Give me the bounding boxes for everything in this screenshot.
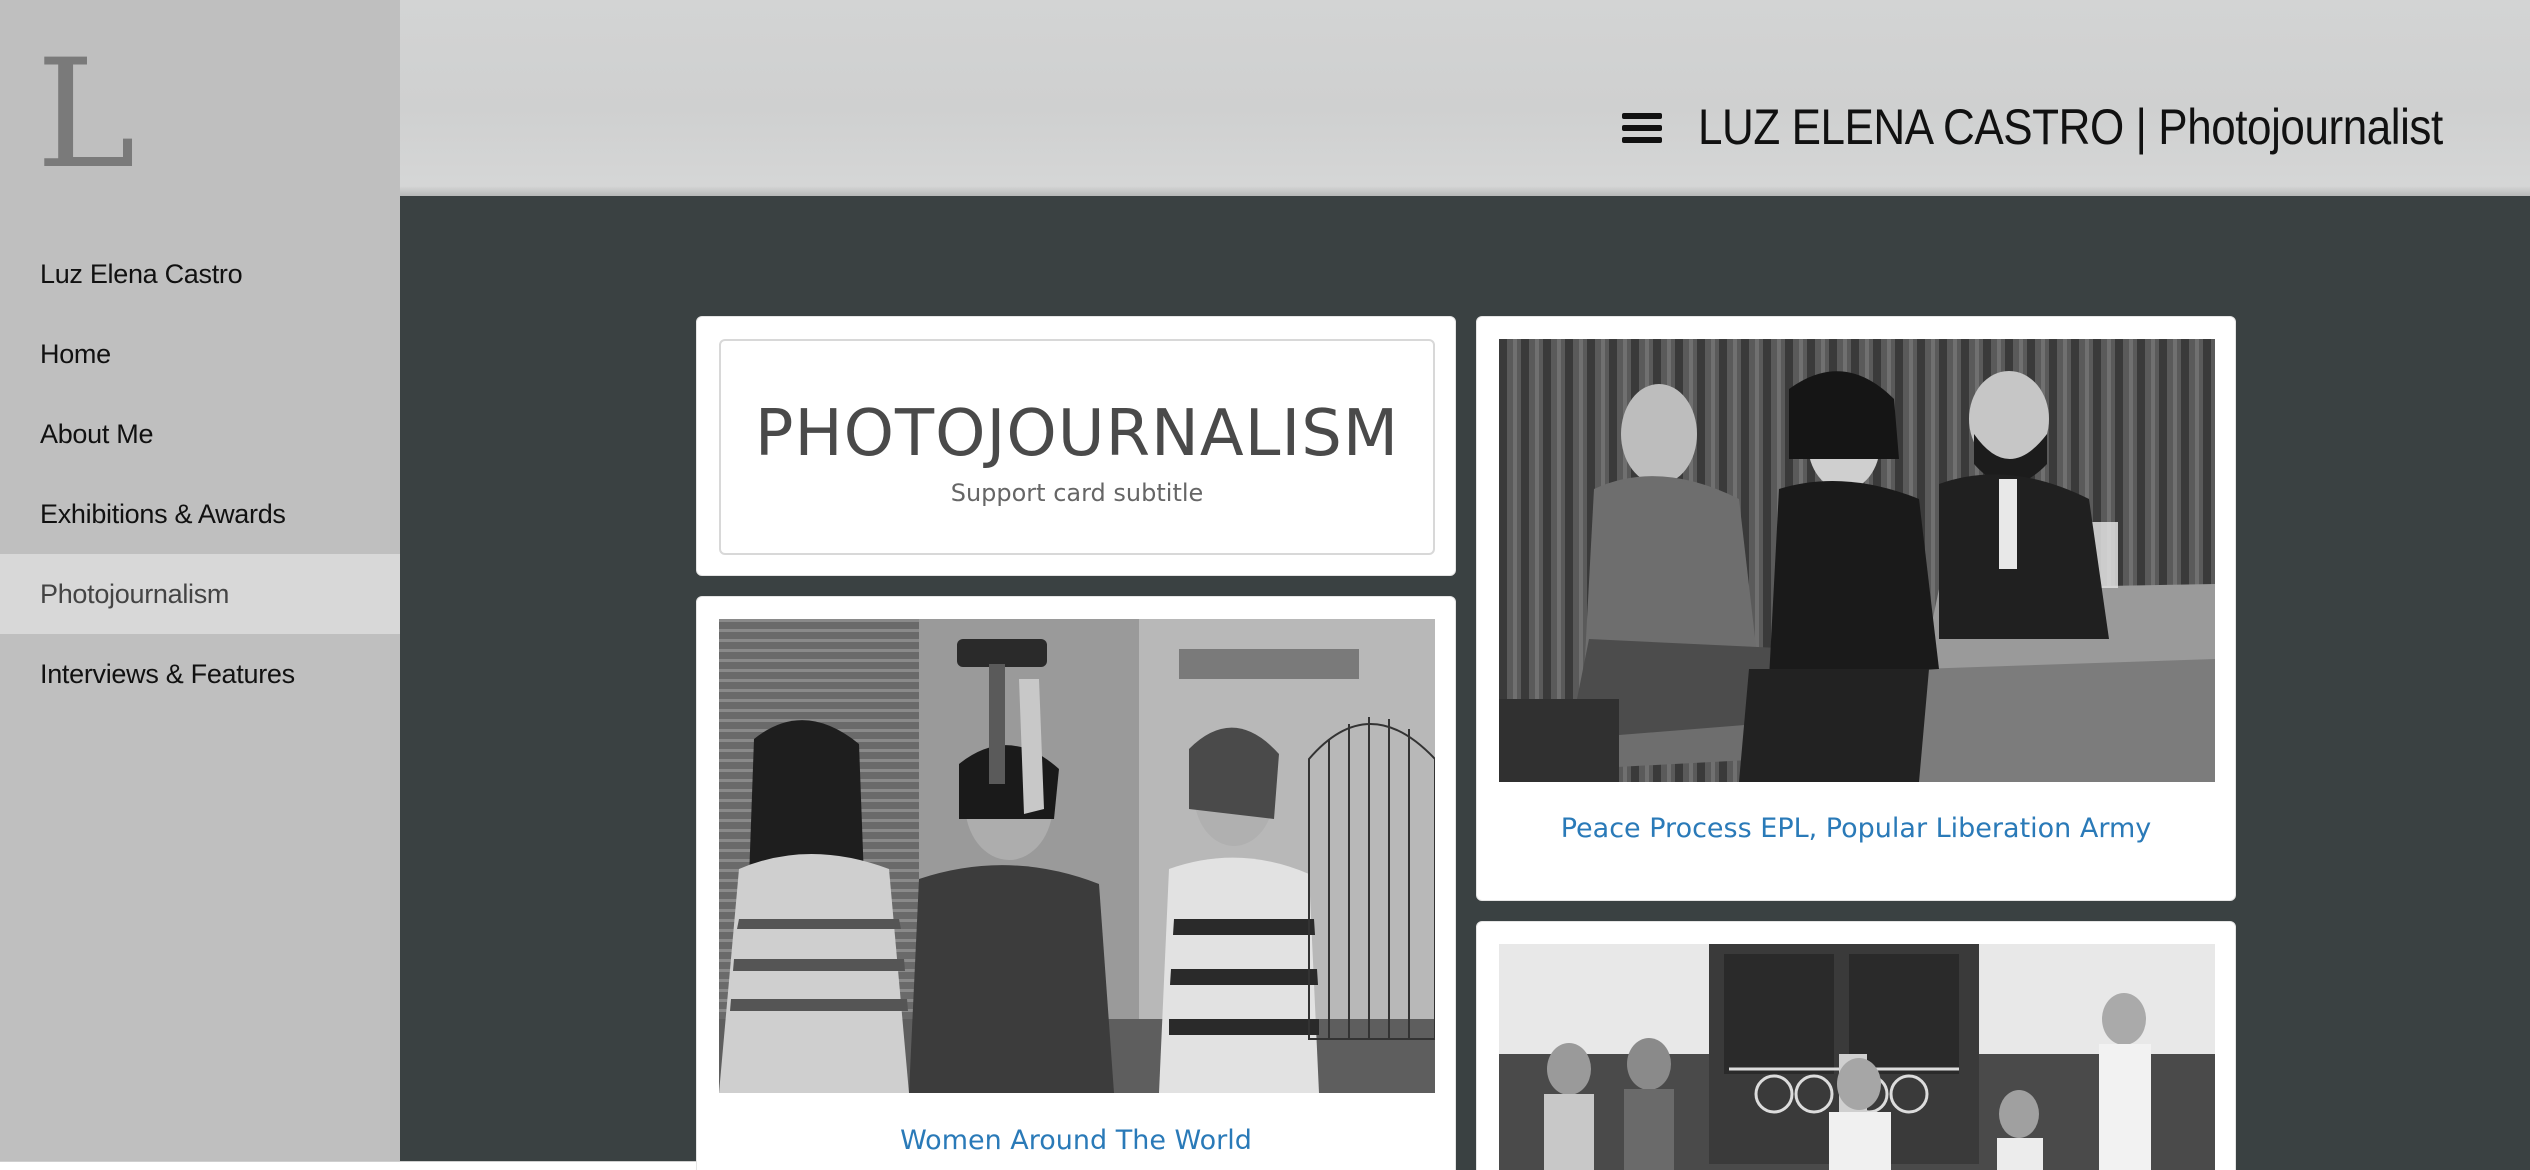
- sidebar: L Luz Elena Castro Home About Me Exhibit…: [0, 0, 400, 1170]
- sidebar-item-luz-elena-castro[interactable]: Luz Elena Castro: [0, 234, 400, 314]
- sidebar-item-about-me[interactable]: About Me: [0, 394, 400, 474]
- sidebar-item-exhibitions-awards[interactable]: Exhibitions & Awards: [0, 474, 400, 554]
- sidebar-item-photojournalism[interactable]: Photojournalism: [0, 554, 400, 634]
- page-title: PHOTOJOURNALISM: [754, 397, 1400, 471]
- hamburger-menu-icon[interactable]: [1622, 113, 1662, 143]
- gallery-card-peace-process[interactable]: Peace Process EPL, Popular Liberation Ar…: [1476, 316, 2236, 901]
- site-logo[interactable]: L: [36, 40, 136, 190]
- gallery-card-children[interactable]: [1476, 921, 2236, 1170]
- sidebar-nav: Luz Elena Castro Home About Me Exhibitio…: [0, 234, 400, 714]
- site-title[interactable]: LUZ ELENA CASTRO | Photojournalist: [1698, 98, 2443, 156]
- photo-women-around-the-world[interactable]: [719, 619, 1435, 1093]
- photo-children[interactable]: [1499, 944, 2215, 1170]
- gallery-card-women-around-the-world[interactable]: Women Around The World: [696, 596, 1456, 1170]
- intro-card-inner: PHOTOJOURNALISM Support card subtitle: [719, 339, 1435, 555]
- page-header: LUZ ELENA CASTRO | Photojournalist: [400, 0, 2530, 196]
- intro-card: PHOTOJOURNALISM Support card subtitle: [696, 316, 1456, 576]
- sidebar-item-home[interactable]: Home: [0, 314, 400, 394]
- page-subtitle: Support card subtitle: [950, 479, 1204, 507]
- sidebar-item-interviews-features[interactable]: Interviews & Features: [0, 634, 400, 714]
- caption-peace-process[interactable]: Peace Process EPL, Popular Liberation Ar…: [1477, 813, 2235, 844]
- caption-women-around-the-world[interactable]: Women Around The World: [697, 1125, 1455, 1156]
- photo-peace-process[interactable]: [1499, 339, 2215, 782]
